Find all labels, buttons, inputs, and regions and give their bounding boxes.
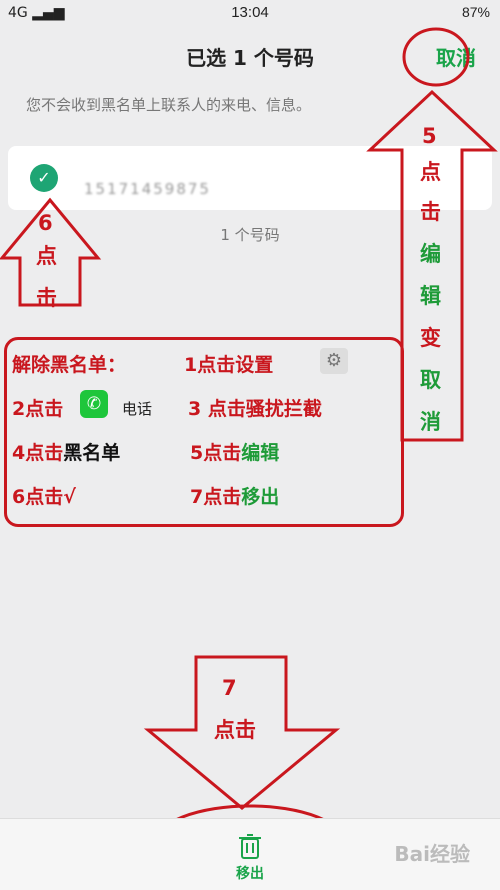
guide-step5: 5点击编辑 [190, 438, 279, 465]
guide-step3: 3 点击骚扰拦截 [188, 398, 322, 420]
guide-title: 解除黑名单： [12, 354, 127, 376]
guide-step7-prefix: 7点击 [190, 486, 242, 508]
guide-step4: 4点击黑名单 [12, 438, 120, 465]
guide-step7: 7点击移出 [190, 482, 279, 509]
guide-step7-target: 移出 [241, 486, 280, 508]
step7-num: 7 [222, 676, 237, 700]
guide-step2: 2点击 [12, 398, 64, 420]
step5-char1: 点 [420, 160, 441, 184]
settings-gear-icon: ⚙ [320, 348, 348, 374]
phone-label: 电话 [122, 400, 153, 418]
phone-icon: ✆ [80, 390, 108, 418]
step6-char1: 点 [36, 244, 57, 268]
step5-char7: 消 [420, 410, 441, 434]
guide-step5-prefix: 5点击 [190, 442, 242, 464]
guide-step6: 6点击√ [12, 486, 76, 508]
step6-num: 6 [38, 211, 53, 235]
watermark: Bai经验 [394, 842, 470, 866]
step5-char4: 辑 [420, 284, 441, 308]
cancel-highlight [402, 27, 470, 87]
step5-num: 5 [422, 124, 437, 148]
step7-text: 点击 [214, 718, 256, 742]
trash-icon[interactable] [235, 831, 265, 861]
step5-char2: 击 [420, 200, 441, 224]
guide-step4-target: 黑名单 [63, 442, 121, 464]
step5-char6: 取 [420, 368, 441, 392]
guide-step1: 1点击设置 [184, 354, 274, 376]
guide-step4-prefix: 4点击 [12, 442, 64, 464]
step5-char5: 变 [420, 326, 441, 350]
step6-char2: 击 [36, 286, 57, 310]
guide-step5-target: 编辑 [241, 442, 280, 464]
step5-char3: 编 [420, 242, 441, 266]
